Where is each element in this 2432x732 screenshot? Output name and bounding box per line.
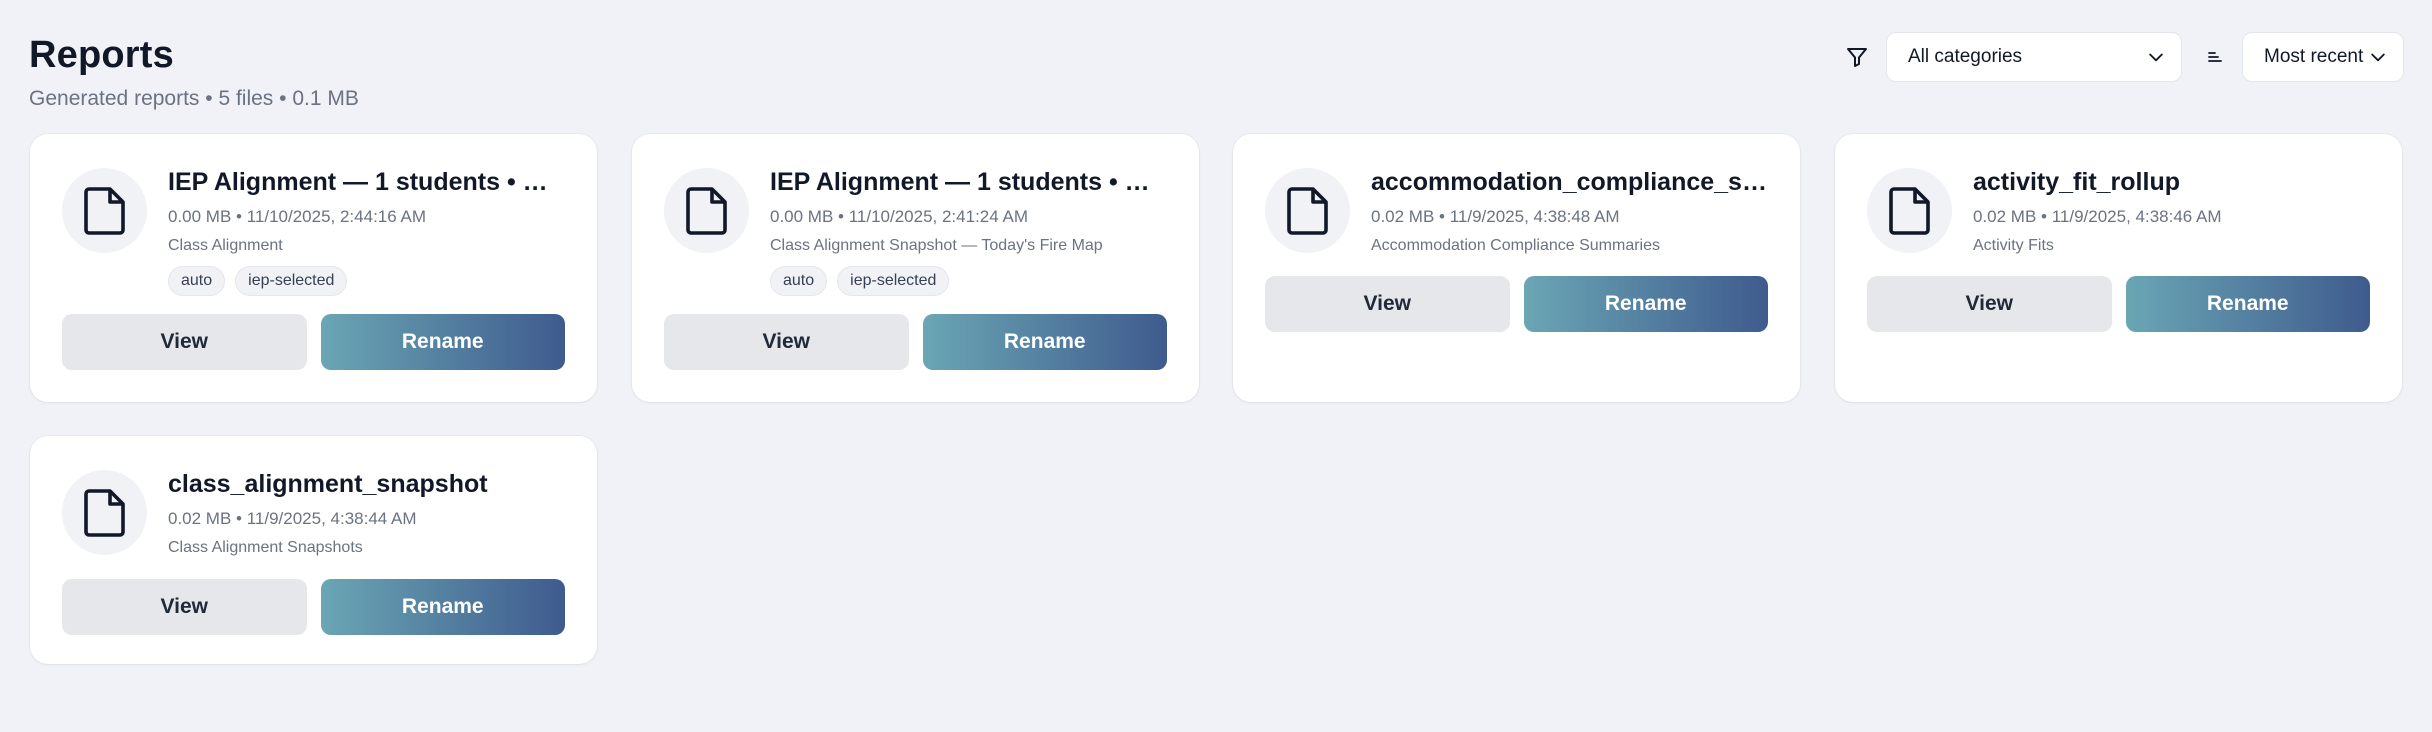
page-header: Reports Generated reports • 5 files • 0.… [29,30,359,112]
category-select-value: All categories [1908,46,2023,67]
report-title: IEP Alignment — 1 students • March 10 – … [770,168,1167,196]
file-icon [62,168,147,253]
chevron-down-icon [2367,46,2389,68]
file-icon [1867,168,1952,253]
view-button[interactable]: View [62,314,307,370]
rename-button[interactable]: Rename [320,579,565,635]
toolbar-controls: All categories Most recent [1844,32,2404,82]
view-button[interactable]: View [1265,276,1510,332]
view-button[interactable]: View [1867,276,2112,332]
report-title: class_alignment_snapshot [168,470,488,498]
file-icon [664,168,749,253]
report-meta: 0.00 MB • 11/10/2025, 2:44:16 AM [168,207,426,226]
report-category: Class Alignment Snapshots [168,539,363,556]
report-card: IEP Alignment — 1 students • March 10 – … [632,134,1199,402]
file-icon [62,470,147,555]
category-select[interactable]: All categories [1886,32,2182,82]
page-title: Reports [29,34,174,76]
report-category: Class Alignment [168,237,283,254]
view-button[interactable]: View [664,314,909,370]
tag: auto [168,266,226,296]
rename-button[interactable]: Rename [1523,276,1768,332]
chevron-down-icon [2145,46,2167,68]
sort-select-value: Most recent [2264,46,2364,67]
report-card: activity_fit_rollup 0.02 MB • 11/9/2025,… [1835,134,2402,402]
view-button[interactable]: View [62,579,307,635]
tag-list: auto iep-selected [168,266,565,296]
report-title: activity_fit_rollup [1973,168,2180,196]
tag: iep-selected [235,266,348,296]
report-category: Accommodation Compliance Summaries [1371,237,1660,254]
tag-list: auto iep-selected [770,266,1167,296]
sort-icon[interactable] [2202,44,2228,70]
reports-page: Reports Generated reports • 5 files • 0.… [0,0,2432,732]
report-card: class_alignment_snapshot 0.02 MB • 11/9/… [30,436,597,664]
filter-icon[interactable] [1844,44,1870,70]
rename-button[interactable]: Rename [2125,276,2370,332]
report-title: IEP Alignment — 1 students • March 10 – … [168,168,565,196]
sort-select[interactable]: Most recent [2242,32,2404,82]
report-meta: 0.02 MB • 11/9/2025, 4:38:46 AM [1973,207,2222,226]
report-meta: 0.02 MB • 11/9/2025, 4:38:48 AM [1371,207,1620,226]
tag: auto [770,266,828,296]
report-category: Activity Fits [1973,237,2054,254]
report-category: Class Alignment Snapshot — Today's Fire … [770,237,1103,254]
report-meta: 0.02 MB • 11/9/2025, 4:38:44 AM [168,509,417,528]
report-title: accommodation_compliance_summary [1371,168,1768,196]
report-card: IEP Alignment — 1 students • March 10 – … [30,134,597,402]
report-card: accommodation_compliance_summary 0.02 MB… [1233,134,1800,402]
file-icon [1265,168,1350,253]
tag: iep-selected [837,266,950,296]
rename-button[interactable]: Rename [922,314,1167,370]
report-meta: 0.00 MB • 11/10/2025, 2:41:24 AM [770,207,1028,226]
rename-button[interactable]: Rename [320,314,565,370]
page-subtitle: Generated reports • 5 files • 0.1 MB [29,87,359,110]
